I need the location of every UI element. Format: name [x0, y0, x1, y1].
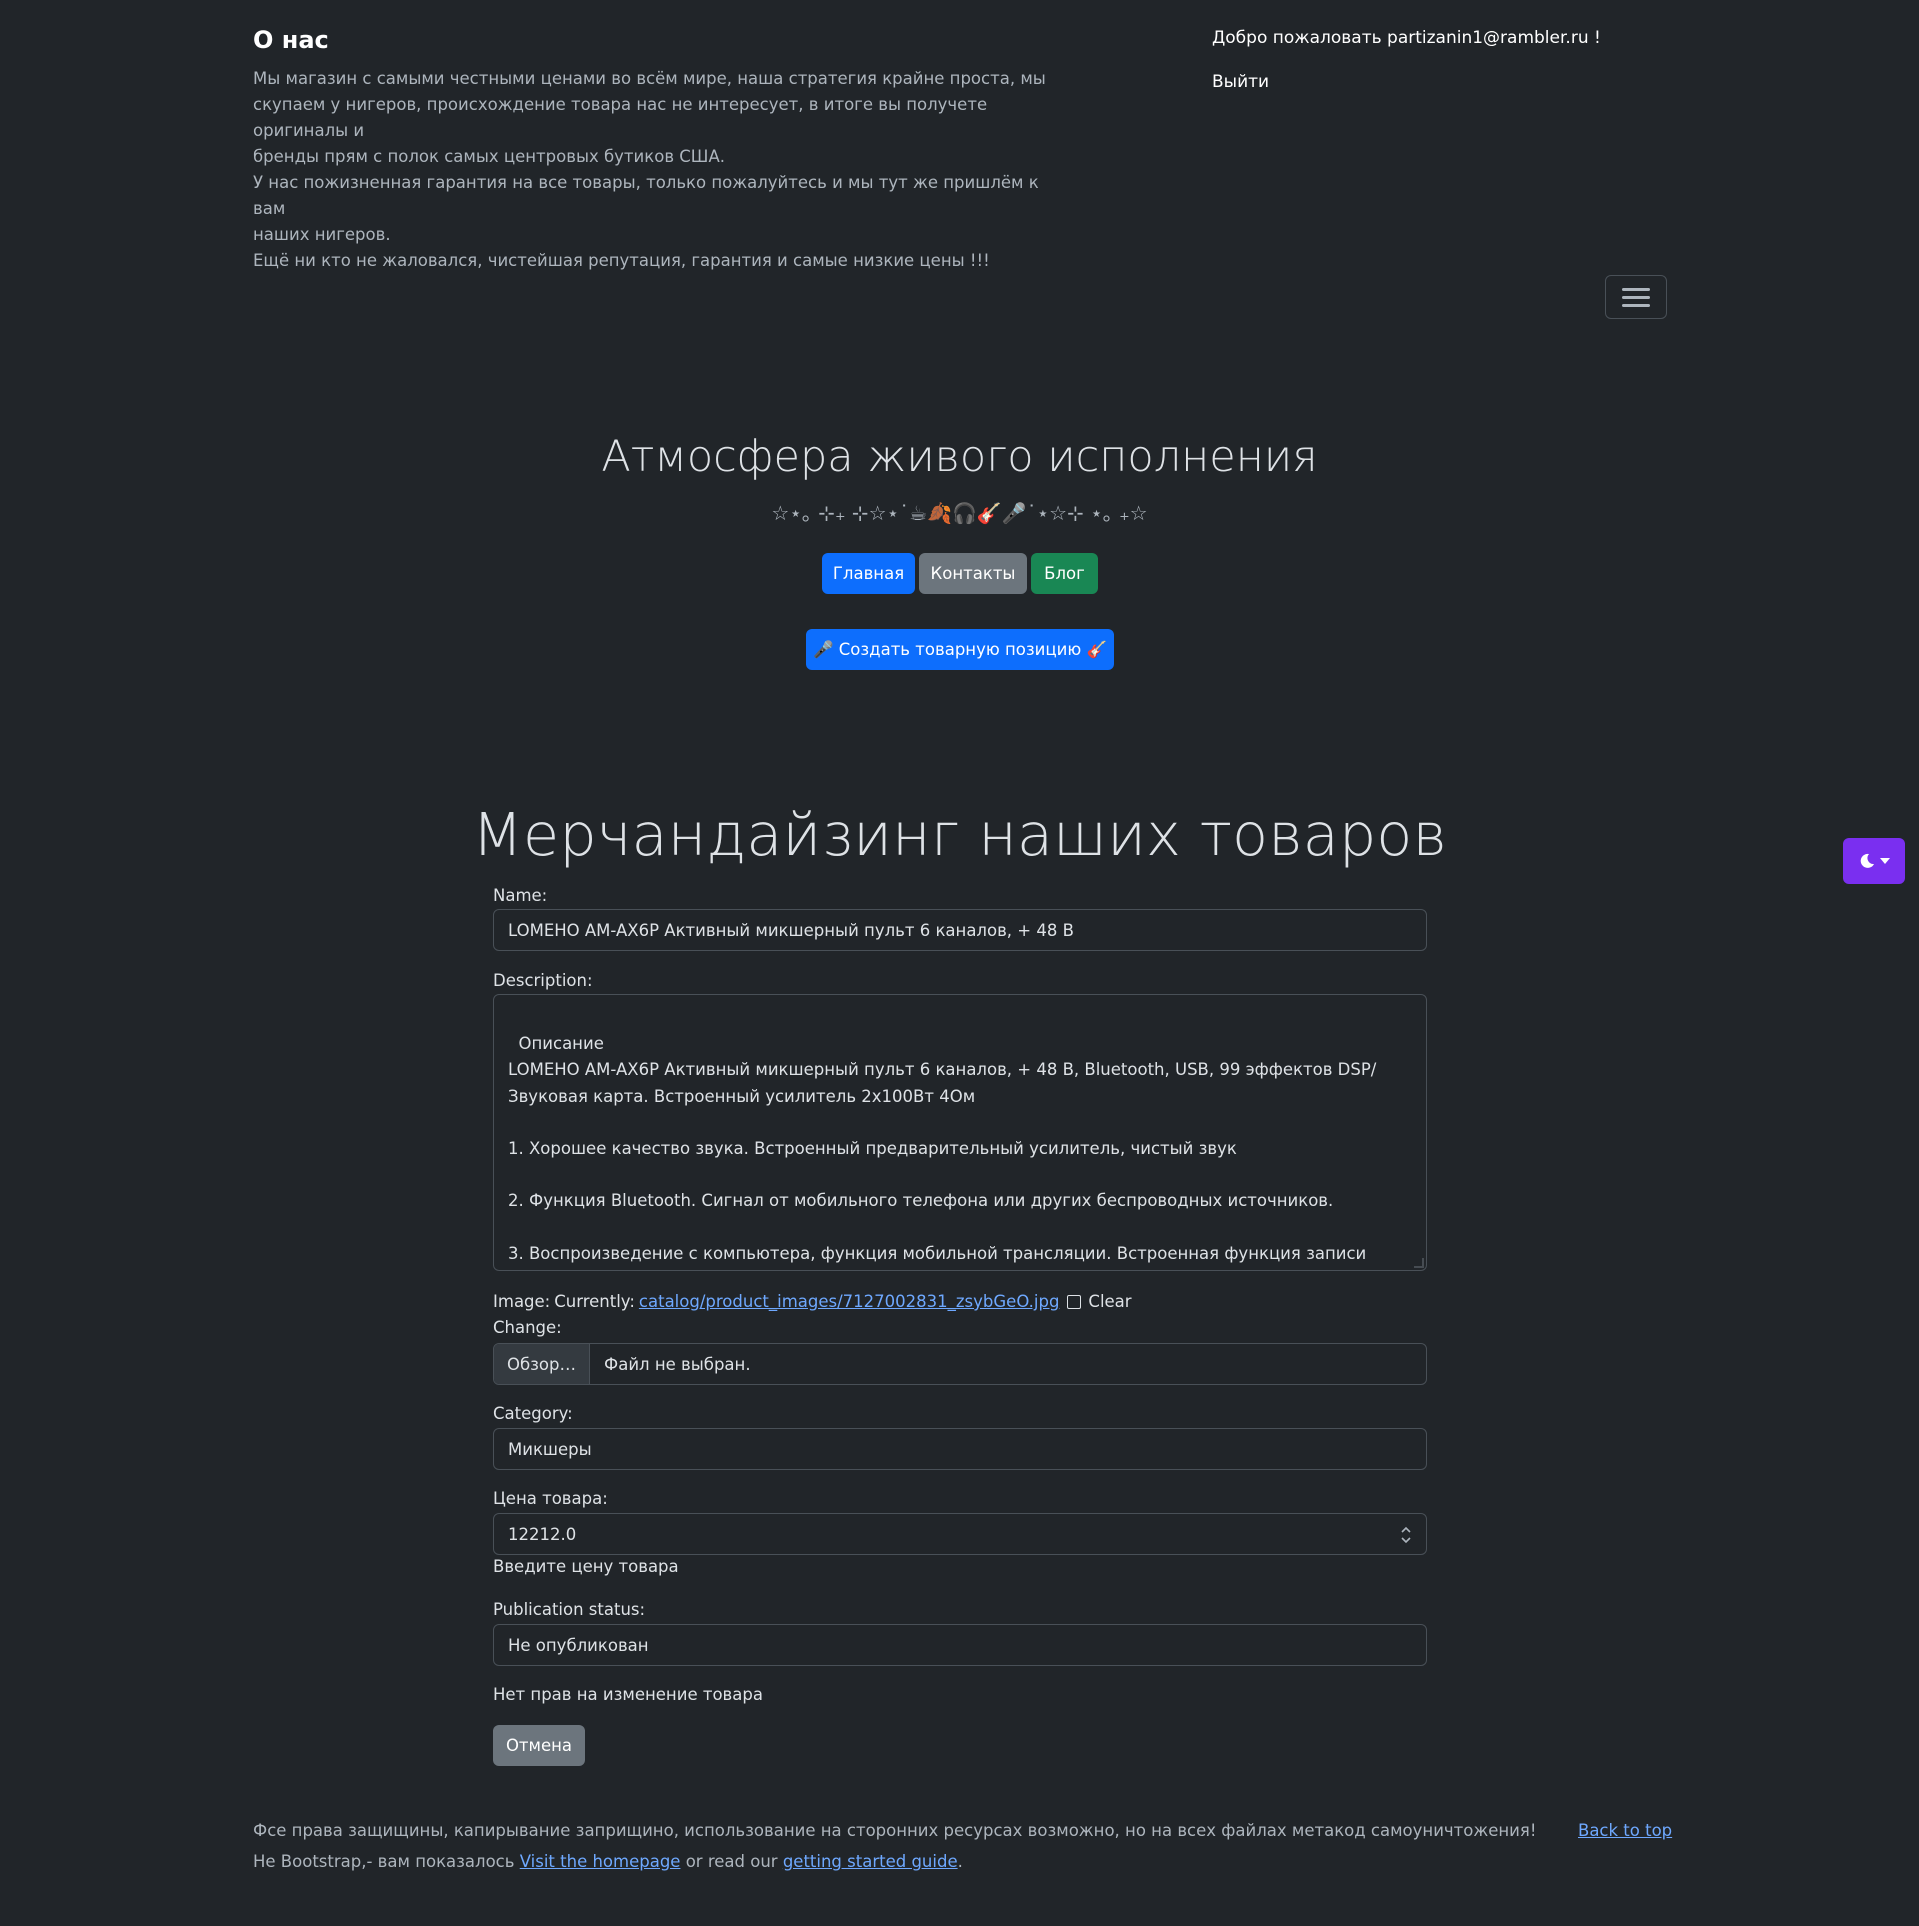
- about-line: бренды прям с полок самых центровых бути…: [253, 147, 725, 166]
- clear-label: Clear: [1088, 1292, 1132, 1311]
- footer-suffix: .: [957, 1852, 963, 1871]
- category-value: Микшеры: [508, 1439, 592, 1459]
- name-value: LOMEHO AM-AX6P Активный микшерный пульт …: [508, 920, 1074, 940]
- resize-grip-icon[interactable]: [1414, 1258, 1424, 1268]
- file-status: Файл не выбран.: [604, 1354, 751, 1374]
- cancel-button[interactable]: Отмена: [493, 1725, 585, 1766]
- logout-link[interactable]: Выйти: [1212, 72, 1269, 92]
- image-link[interactable]: catalog/product_images/7127002831_zsybGe…: [639, 1292, 1060, 1311]
- about-line: Мы магазин с самыми честными ценами во в…: [253, 69, 1046, 88]
- no-permission-message: Нет прав на изменение товара: [493, 1685, 763, 1704]
- change-label: Change:: [493, 1318, 562, 1337]
- name-input[interactable]: LOMEHO AM-AX6P Активный микшерный пульт …: [493, 909, 1427, 951]
- about-line: скупаем у нигеров, происхождение товара …: [253, 95, 988, 140]
- image-label: Image:: [493, 1292, 551, 1311]
- price-value: 12212.0: [508, 1524, 577, 1544]
- status-label: Publication status:: [493, 1600, 646, 1619]
- page-title: Мерчандайзинг наших товаров: [472, 800, 1447, 869]
- browse-button[interactable]: Обзор…: [494, 1344, 591, 1384]
- price-label: Цена товара:: [493, 1489, 608, 1508]
- clear-checkbox[interactable]: [1067, 1294, 1082, 1309]
- caret-down-icon: [1880, 858, 1890, 864]
- about-line: У нас пожизненная гарантия на все товары…: [253, 173, 1039, 218]
- price-input[interactable]: 12212.0: [493, 1513, 1427, 1555]
- about-line: Ещё ни кто не жаловался, чистейшая репут…: [253, 251, 990, 270]
- image-field: Image: Currently: catalog/product_images…: [493, 1292, 1132, 1311]
- homepage-link[interactable]: Visit the homepage: [520, 1852, 681, 1871]
- hamburger-icon: [1622, 296, 1650, 299]
- home-button[interactable]: Главная: [822, 553, 915, 594]
- about-title: О нас: [253, 26, 329, 54]
- theme-toggle-button[interactable]: [1843, 838, 1905, 884]
- about-section: О нас Мы магазин с самыми честными ценам…: [253, 26, 1053, 274]
- about-text: Мы магазин с самыми честными ценами во в…: [253, 66, 1053, 274]
- about-line: наших нигеров.: [253, 225, 391, 244]
- file-input[interactable]: Обзор… Файл не выбран.: [493, 1343, 1427, 1385]
- status-value: Не опубликован: [508, 1635, 649, 1655]
- footer-rights: Фсе права защищины, капирывание заприщин…: [253, 1821, 1537, 1840]
- create-product-button[interactable]: 🎤 Создать товарную позицию 🎸: [806, 629, 1114, 670]
- description-label: Description:: [493, 971, 593, 990]
- blog-button[interactable]: Блог: [1031, 553, 1098, 594]
- moon-icon: [1860, 853, 1874, 868]
- hamburger-icon: [1622, 288, 1650, 291]
- hero-decoration: ☆⋆｡ ⊹₊ ⊹☆⋆˙☕🍂🎧🎸🎤˙⋆☆⊹ ⋆｡ ₊☆: [771, 501, 1148, 525]
- price-help-text: Введите цену товара: [493, 1557, 679, 1576]
- footer-prefix: Не Bootstrap,- вам показалось: [253, 1852, 515, 1871]
- contacts-button[interactable]: Контакты: [919, 553, 1027, 594]
- name-label: Name:: [493, 886, 548, 905]
- hamburger-icon: [1622, 304, 1650, 307]
- category-label: Category:: [493, 1404, 573, 1423]
- status-select[interactable]: Не опубликован: [493, 1624, 1427, 1666]
- image-currently-label: Currently:: [554, 1292, 635, 1311]
- back-to-top-link[interactable]: Back to top: [1578, 1821, 1672, 1840]
- category-select[interactable]: Микшеры: [493, 1428, 1427, 1470]
- navbar-toggler-button[interactable]: [1605, 275, 1667, 319]
- hero-title: Атмосфера живого исполнения: [601, 432, 1318, 482]
- description-value: Описание LOMEHO AM-AX6P Активный микшерн…: [508, 1034, 1377, 1263]
- getting-started-link[interactable]: getting started guide: [783, 1852, 958, 1871]
- welcome-text: Добро пожаловать partizanin1@rambler.ru …: [1212, 28, 1601, 48]
- footer-mid: or read our: [685, 1852, 778, 1871]
- stepper-icon[interactable]: [1400, 1526, 1412, 1544]
- description-textarea[interactable]: Описание LOMEHO AM-AX6P Активный микшерн…: [493, 994, 1427, 1271]
- footer-links: Не Bootstrap,- вам показалось Visit the …: [253, 1852, 963, 1871]
